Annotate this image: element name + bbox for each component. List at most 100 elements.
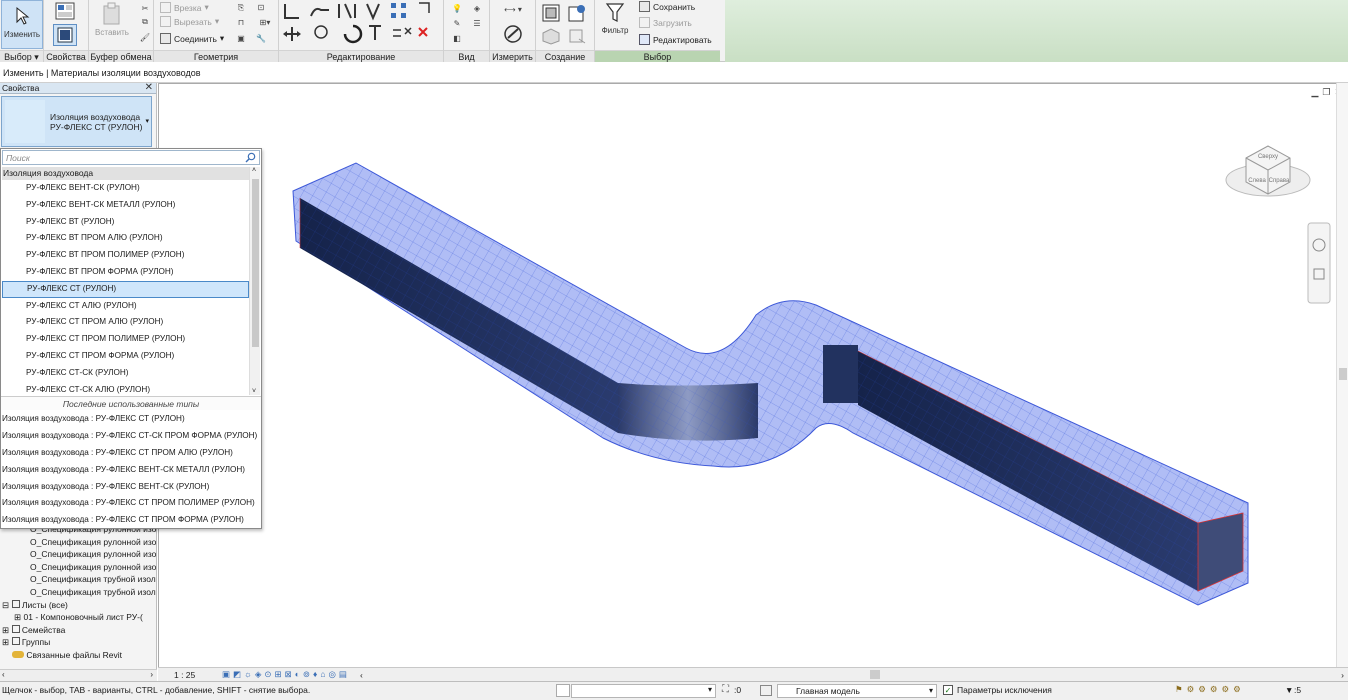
copy-icon[interactable]: ⧉ [139, 16, 151, 28]
geometry-tool-icon-3[interactable]: ⊓ [234, 16, 248, 29]
browser-horizontal-scrollbar[interactable]: ‹ › [0, 669, 157, 681]
type-list-item[interactable]: РУ-ФЛЕКС СТ ПРОМ ПОЛИМЕР (РУЛОН) [2, 331, 249, 348]
view-control-icons[interactable]: ▣◩☼◈⊙⊞⊠◐⊚♦⌂◎▤ [222, 669, 350, 680]
recent-type-item[interactable]: Изоляция воздуховода : РУ-ФЛЕКС ВЕНТ-СК … [2, 479, 260, 496]
design-option-dropdown[interactable]: Главная модель ▾ [777, 684, 937, 698]
geometry-tool-icon-5[interactable]: ▣ [234, 32, 248, 45]
thin-lines-icon[interactable]: ☰ [468, 16, 486, 30]
recent-type-item[interactable]: Изоляция воздуховода : РУ-ФЛЕКС СТ (РУЛО… [2, 411, 260, 428]
search-icon[interactable] [245, 152, 256, 163]
expand-icon[interactable]: ⊞ [14, 612, 21, 622]
type-list-item[interactable]: РУ-ФЛЕКС ВТ ПРОМ ПОЛИМЕР (РУЛОН) [2, 247, 249, 264]
modify-button[interactable]: Изменить [1, 0, 43, 49]
type-list-item[interactable]: РУ-ФЛЕКС ВТ (РУЛОН) [2, 214, 249, 231]
paste-button[interactable]: Вставить [92, 2, 132, 37]
measure-icon[interactable]: ⟷ ▾ [496, 2, 530, 16]
exclusions-checkbox[interactable]: ✓ [943, 685, 953, 695]
design-options-icon[interactable] [760, 685, 772, 696]
browser-item[interactable]: О_Спецификация рулонной изо [0, 536, 157, 549]
browser-item-links[interactable]: Связанные файлы Revit [0, 649, 157, 662]
recent-type-item[interactable]: Изоляция воздуховода : РУ-ФЛЕКС ВЕНТ-СК … [2, 462, 260, 479]
browser-item-sheet[interactable]: ⊞ 01 - Компоновочный лист РУ-( [0, 611, 157, 624]
join-button[interactable]: Соединить ▾ [160, 33, 224, 44]
load-selection-button[interactable]: Загрузить [639, 17, 692, 28]
type-list-item-selected[interactable]: РУ-ФЛЕКС СТ (РУЛОН) [2, 280, 249, 298]
type-list-item[interactable]: РУ-ФЛЕКС ВЕНТ-СК (РУЛОН) [2, 180, 249, 197]
view-scale[interactable]: 1 : 25 [174, 670, 214, 680]
recent-type-item[interactable]: Изоляция воздуховода : РУ-ФЛЕКС СТ ПРОМ … [2, 512, 260, 529]
lightbulb-icon[interactable]: 💡 [448, 1, 466, 15]
view-cube[interactable]: Сверху Слева Справа [1225, 145, 1311, 197]
chevron-down-icon[interactable]: ˅ [252, 388, 256, 395]
expand-icon[interactable]: ⊞ [2, 625, 9, 635]
scroll-right-icon[interactable]: › [1341, 670, 1344, 680]
view-scroll-thumb[interactable] [1339, 368, 1347, 380]
3d-view-canvas[interactable]: ▁ ❐ ✕ [158, 83, 1348, 681]
browser-item[interactable]: О_Спецификация рулонной изо [0, 548, 157, 561]
chevron-down-icon[interactable]: ▾ [145, 117, 149, 125]
workset-dropdown[interactable]: ▾ [571, 684, 716, 698]
type-properties-icon[interactable] [53, 24, 77, 46]
browser-item-sheets[interactable]: ⊟ Листы (все) [0, 599, 157, 612]
browser-item[interactable]: О_Спецификация трубной изол [0, 586, 157, 599]
modify-tools-icons[interactable] [281, 0, 441, 48]
type-search-field[interactable]: Поиск [2, 150, 260, 165]
create-parts-icon[interactable] [540, 26, 562, 46]
scroll-right-icon[interactable]: › [150, 670, 153, 679]
type-list-item[interactable]: РУ-ФЛЕКС ВТ ПРОМ ФОРМА (РУЛОН) [2, 264, 249, 281]
browser-item[interactable]: О_Спецификация трубной изол [0, 573, 157, 586]
type-selector[interactable]: Изоляция воздуховода РУ-ФЛЕКС СТ (РУЛОН)… [1, 96, 152, 147]
browser-item[interactable]: О_Спецификация рулонной изо [0, 561, 157, 574]
cope-button[interactable]: Врезка ▾ [160, 2, 209, 13]
type-list-item[interactable]: РУ-ФЛЕКС СТ-СК (РУЛОН) [2, 365, 249, 382]
workset-icon[interactable] [556, 684, 570, 697]
create-assembly-icon[interactable] [566, 26, 588, 46]
type-list-item[interactable]: РУ-ФЛЕКС СТ ПРОМ ФОРМА (РУЛОН) [2, 348, 249, 365]
unjoin-button[interactable]: Вырезать ▾ [160, 16, 219, 27]
paint-icon[interactable]: 🔧 [254, 32, 268, 45]
recent-type-item[interactable]: Изоляция воздуховода : РУ-ФЛЕКС СТ ПРОМ … [2, 495, 260, 512]
selection-mode-icons[interactable]: ⚑⚙⚙⚙⚙⚙ [1175, 684, 1245, 695]
save-selection-button[interactable]: Сохранить [639, 1, 695, 12]
create-group-icon[interactable] [540, 2, 562, 24]
type-list-item[interactable]: РУ-ФЛЕКС ВЕНТ-СК МЕТАЛЛ (РУЛОН) [2, 197, 249, 214]
filter-icon[interactable]: ▼ [1285, 685, 1293, 695]
recent-type-item[interactable]: Изоляция воздуховода : РУ-ФЛЕКС СТ ПРОМ … [2, 445, 260, 462]
cut-icon[interactable]: ✂ [139, 2, 151, 14]
view-vertical-scrollbar[interactable] [1336, 83, 1348, 667]
scroll-left-icon[interactable]: ‹ [2, 670, 5, 679]
view-hscroll-thumb[interactable] [870, 670, 880, 679]
properties-icon[interactable] [53, 0, 77, 22]
type-list-item[interactable]: РУ-ФЛЕКС СТ АЛЮ (РУЛОН) [2, 298, 249, 315]
panel-label-clipboard: Буфер обмена [89, 50, 153, 62]
editable-only-icon[interactable]: ⛶ [722, 684, 729, 695]
recent-type-item[interactable]: Изоляция воздуховода : РУ-ФЛЕКС СТ-СК ПР… [2, 428, 260, 445]
override-graphics-icon[interactable]: ◧ [448, 31, 466, 45]
browser-item-families[interactable]: ⊞ Семейства [0, 624, 157, 637]
create-similar-icon[interactable] [566, 2, 588, 24]
scroll-left-icon[interactable]: ‹ [360, 670, 363, 680]
view-tool-icon[interactable]: ◈ [468, 1, 486, 15]
linework-icon[interactable]: ✎ [448, 16, 466, 30]
geometry-tool-icon-2[interactable]: ⊡ [254, 1, 268, 14]
type-list-item[interactable]: РУ-ФЛЕКС СТ ПРОМ АЛЮ (РУЛОН) [2, 314, 249, 331]
type-list-scrollbar[interactable]: ˄ ˅ [249, 167, 260, 395]
duct-model[interactable]: Сверху Слева Справа [158, 83, 1348, 681]
close-icon[interactable]: ✕ [145, 82, 153, 93]
type-list-item[interactable]: РУ-ФЛЕКС СТ-СК АЛЮ (РУЛОН) [2, 382, 249, 395]
filter-button[interactable]: Фильтр [597, 2, 633, 35]
geometry-tool-icon-4[interactable]: ⊞▾ [254, 16, 276, 29]
type-list-scroll-thumb[interactable] [252, 179, 259, 347]
match-properties-icon[interactable]: 🖌 [139, 31, 151, 43]
panel-create: Создание [536, 0, 595, 62]
panel-label-select[interactable]: Выбор ▾ [0, 50, 43, 62]
expand-icon[interactable]: ⊞ [2, 637, 9, 647]
collapse-icon[interactable]: ⊟ [2, 600, 9, 610]
edit-selection-button[interactable]: Редактировать [639, 34, 712, 45]
chevron-up-icon[interactable]: ˄ [252, 167, 256, 174]
type-list-item[interactable]: РУ-ФЛЕКС ВТ ПРОМ АЛЮ (РУЛОН) [2, 230, 249, 247]
dimension-icon[interactable] [496, 22, 530, 46]
navigation-bar[interactable] [1307, 222, 1331, 304]
geometry-tool-icon-1[interactable]: ⎘ [234, 1, 248, 14]
browser-item-groups[interactable]: ⊞ Группы [0, 636, 157, 649]
